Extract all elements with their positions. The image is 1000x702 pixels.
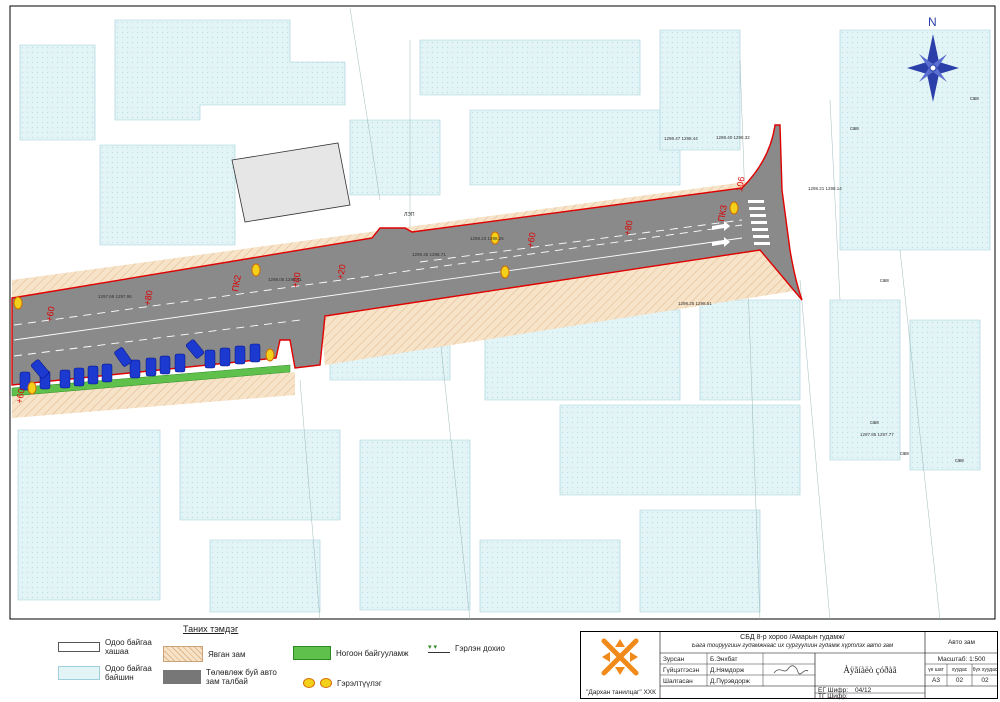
- traffic-light-icon: ▾ ▾: [428, 644, 450, 653]
- elevation-tag: 1298.25 1298.51: [678, 301, 712, 306]
- legend-title: Таних тэмдэг: [183, 624, 239, 634]
- legend-building: Одоо байгаа байшин: [58, 664, 168, 682]
- legend-green: Ногоон байгууламж: [293, 646, 409, 660]
- company-name: "Дархан танилцаг" ХХК: [586, 689, 656, 696]
- sheet-type: Авто зам: [947, 639, 976, 646]
- elevation-tag: 1298.23 1298.25: [470, 236, 504, 241]
- elevation-tag: 1298.21 1298.14: [808, 186, 842, 191]
- elevation-tag: 1298.45 1298.71: [412, 252, 446, 257]
- map-label: сам: [880, 278, 889, 284]
- signature-icon: [773, 665, 809, 675]
- legend-green-label: Ногоон байгууламж: [336, 648, 409, 658]
- title-block: "Дархан танилцаг" ХХК СБД 8-р хороо /Ама…: [580, 631, 998, 700]
- legend-lighting-label: Гэрэлтүүлэг: [337, 678, 382, 688]
- legend-parking-label: Төлөвлөж буй авто зам талбай: [206, 668, 277, 686]
- col-header: хуудас: [951, 667, 968, 673]
- legend-traffic-light-label: Гэрлэн дохио: [455, 644, 505, 653]
- sidewalk-swatch: [163, 646, 203, 662]
- tg-label: ТГ Шифр:: [818, 693, 848, 700]
- legend-traffic-light: ▾ ▾ Гэрлэн дохио: [428, 644, 505, 653]
- map-label: сам: [870, 420, 879, 426]
- project-line1: СБД 8-р хороо /Амарын гудамж/: [740, 634, 845, 641]
- col-header: үе шат: [928, 667, 944, 673]
- col-value: А3: [932, 677, 940, 684]
- legend-fence: Одоо байгаа хашаа: [58, 638, 168, 656]
- site-plan: N ПК2 ПК3 106 +60 +80 +80 +20 +60 +80 +6…: [9, 5, 996, 621]
- map-label: сам: [900, 451, 909, 457]
- role-label: Гүйцэтгэсэн: [663, 667, 700, 674]
- elevation-tag: 1298.47 1298.44: [664, 136, 698, 141]
- role-name: Б.Энхбат: [710, 656, 738, 663]
- legend: Таних тэмдэг Одоо байгаа хашаа Одоо байг…: [8, 624, 578, 698]
- building-swatch: [58, 666, 100, 680]
- light-swatch: [320, 678, 332, 688]
- col-value: 02: [981, 677, 989, 684]
- elevation-tag: 1298.05 1298.41: [268, 277, 302, 282]
- company-logo-icon: [601, 638, 639, 676]
- legend-sidewalk-label: Явган зам: [208, 649, 246, 659]
- legend-sidewalk: Явган зам: [163, 646, 245, 662]
- scale: Масштаб: 1:500: [937, 656, 986, 663]
- parking-swatch: [163, 670, 201, 684]
- elevation-tag: 1298.40 1298.32: [716, 135, 750, 140]
- map-label: сам: [955, 458, 964, 464]
- light-swatch: [303, 678, 315, 688]
- north-label: N: [928, 15, 937, 29]
- elevation-tag: 1297.85 1297.77: [860, 432, 894, 437]
- legend-parking: Төлөвлөж буй авто зам талбай: [163, 668, 313, 686]
- role-name: Д.Пүрэвдорж: [710, 678, 750, 685]
- col-header: бүх хуудас: [972, 667, 998, 673]
- drawing-title: Àÿãíàëò çóðàã: [843, 665, 897, 675]
- map-label: ЛЭП: [404, 212, 415, 218]
- col-value: 02: [955, 677, 964, 684]
- map-label: сам: [970, 96, 979, 102]
- eg-value: 04/12: [855, 687, 872, 694]
- fence-swatch: [58, 642, 100, 652]
- legend-building-label: Одоо байгаа байшин: [105, 664, 152, 682]
- role-name: Д.Нямдорж: [710, 667, 745, 674]
- existing-building-main: [231, 142, 351, 223]
- green-swatch: [293, 646, 331, 660]
- drawing-sheet: N ПК2 ПК3 106 +60 +80 +80 +20 +60 +80 +6…: [0, 0, 1000, 702]
- project-line2: Бага тойруугийн гудамжнаас их сургуулийн…: [691, 643, 894, 649]
- map-label: сам: [850, 126, 859, 132]
- role-label: Шалгасан: [663, 678, 693, 685]
- legend-fence-label: Одоо байгаа хашаа: [105, 638, 152, 656]
- role-label: Зурсан: [663, 656, 685, 663]
- elevation-tag: 1297.69 1297.96: [98, 294, 132, 299]
- legend-lighting: Гэрэлтүүлэг: [303, 678, 382, 688]
